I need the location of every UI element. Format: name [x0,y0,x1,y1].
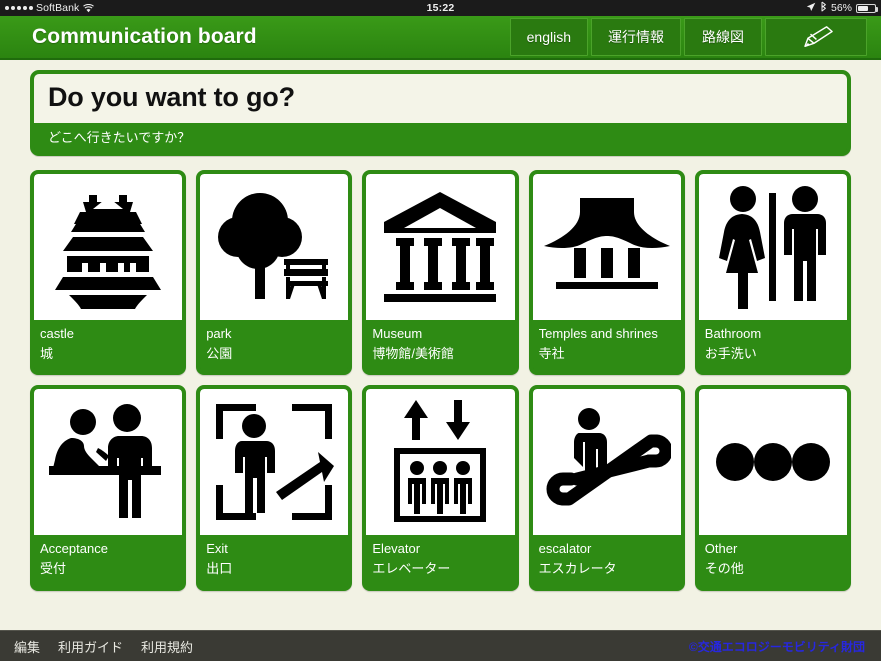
question-japanese: どこへ行きたいですか？ [34,123,847,153]
escalator-icon [543,401,671,523]
card-escalator-ja: エスカレータ [538,561,617,577]
card-bathroom[interactable]: Bathroom お手洗い [694,170,851,376]
card-acceptance-en: Acceptance [40,541,108,557]
card-park-en: park [206,326,232,342]
main-content: Do you want to go? どこへ行きたいですか？ castle 城 [0,60,881,591]
card-elevator[interactable]: Elevator エレベーター [362,385,519,591]
card-elevator-label: Elevator エレベーター [366,535,514,586]
card-museum-ja: 博物館/美術館 [372,346,455,362]
museum-columns-icon [380,188,500,306]
temple-shrine-icon [543,192,670,302]
location-arrow-icon [806,2,816,15]
card-museum[interactable]: Museum 博物館/美術館 [362,170,519,376]
pencil-icon [794,24,838,50]
nav-button-service-info-label: 運行情報 [608,29,664,45]
card-temples-shrines[interactable]: Temples and shrines 寺社 [528,170,685,376]
copyright-notice: ©交通エコロジーモビリティ財団 [688,639,865,654]
nav-button-english[interactable]: english [509,18,588,56]
reception-counter-icon [43,400,173,524]
communication-board-app: SoftBank 15:22 56% Communication board e… [0,0,881,661]
card-acceptance[interactable]: Acceptance 受付 [30,385,187,591]
elevator-icon [380,396,500,528]
nav-button-route-map[interactable]: 路線図 [684,18,762,56]
header-nav: english 運行情報 路線図 [509,18,873,56]
castle-icon [49,185,167,310]
card-exit-picture [200,389,349,536]
card-park-ja: 公園 [206,346,233,362]
status-bar-clock: 15:22 [426,2,455,14]
three-dots-icon [715,442,831,482]
card-other-en: Other [704,541,738,557]
edit-button[interactable] [765,18,867,56]
footer-link-usage-guide[interactable]: 利用ガイド [58,637,123,656]
card-acceptance-ja: 受付 [40,561,67,577]
restroom-icon [713,183,833,311]
nav-button-service-info[interactable]: 運行情報 [591,18,681,56]
card-bathroom-en: Bathroom [704,326,762,342]
card-exit-ja: 出口 [206,561,233,577]
footer-link-terms[interactable]: 利用規約 [141,637,193,656]
battery-icon [856,3,878,13]
card-escalator-label: escalator エスカレータ [533,535,681,586]
card-castle-picture [34,174,183,321]
status-bar: SoftBank 15:22 56% [0,0,881,16]
exit-icon [212,400,336,524]
card-exit-en: Exit [206,541,228,557]
footer-link-edit[interactable]: 編集 [14,637,40,656]
card-elevator-ja: エレベーター [372,561,451,577]
card-elevator-picture [366,389,515,536]
card-park[interactable]: park 公園 [196,170,353,376]
card-escalator-picture [532,389,681,536]
card-park-label: park 公園 [200,320,348,371]
nav-button-english-label: english [526,29,571,45]
card-temples-shrines-picture [532,174,681,321]
card-other-picture [698,389,847,536]
page-title: Communication board [32,25,257,48]
card-temples-shrines-en: Temples and shrines [538,326,658,342]
card-temples-shrines-label: Temples and shrines 寺社 [533,320,681,371]
card-other-label: Other その他 [699,535,847,586]
card-museum-picture [366,174,515,321]
status-bar-right: 56% [806,1,878,15]
card-other[interactable]: Other その他 [694,385,851,591]
card-escalator[interactable]: escalator エスカレータ [528,385,685,591]
card-elevator-en: Elevator [372,541,421,557]
card-temples-shrines-ja: 寺社 [538,346,565,362]
card-bathroom-picture [698,174,847,321]
card-museum-label: Museum 博物館/美術館 [366,320,514,371]
bluetooth-icon [820,1,827,15]
card-castle-ja: 城 [40,346,54,362]
question-english: Do you want to go? [34,74,847,124]
card-acceptance-label: Acceptance 受付 [34,535,182,586]
nav-button-route-map-label: 路線図 [702,29,744,45]
battery-percent-label: 56% [830,2,852,14]
card-exit[interactable]: Exit 出口 [196,385,353,591]
card-acceptance-picture [34,389,183,536]
card-park-picture [200,174,349,321]
card-bathroom-ja: お手洗い [704,346,757,362]
card-castle-en: castle [40,326,74,342]
card-bathroom-label: Bathroom お手洗い [699,320,847,371]
app-header: Communication board english 運行情報 路線図 [0,16,881,60]
park-tree-bench-icon [212,185,336,309]
card-castle[interactable]: castle 城 [30,170,187,376]
app-footer: 編集 利用ガイド 利用規約 ©交通エコロジーモビリティ財団 [0,630,881,661]
card-museum-en: Museum [372,326,423,342]
footer-links: 編集 利用ガイド 利用規約 [14,637,193,656]
card-escalator-en: escalator [538,541,592,557]
question-banner: Do you want to go? どこへ行きたいですか？ [30,70,851,157]
card-exit-label: Exit 出口 [200,535,348,586]
destination-card-grid: castle 城 park 公園 Museum 博物館/美術館 Temples … [30,170,851,591]
card-castle-label: castle 城 [34,320,182,371]
card-other-ja: その他 [704,561,744,577]
